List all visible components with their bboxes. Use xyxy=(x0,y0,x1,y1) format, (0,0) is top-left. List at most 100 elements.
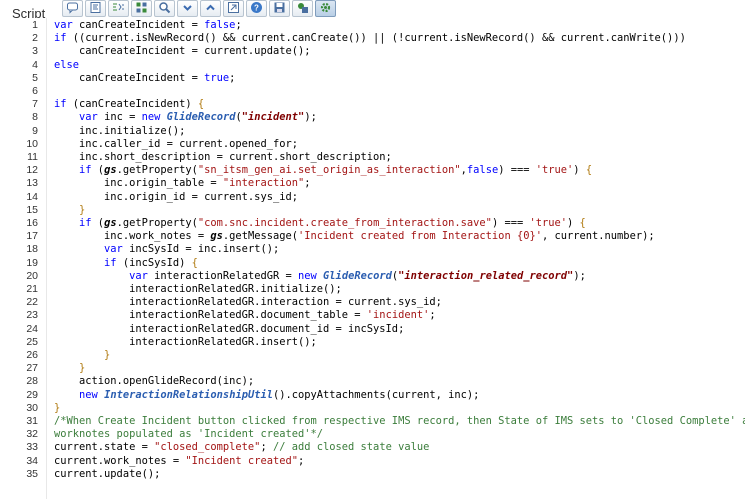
code-line[interactable]: 27 } xyxy=(0,362,745,375)
code-text: if ((current.isNewRecord() && current.ca… xyxy=(54,32,686,45)
code-text: } xyxy=(54,349,110,362)
code-token: 'true' xyxy=(535,164,574,177)
line-number: 11 xyxy=(27,151,38,163)
code-line[interactable]: 31 /*When Create Incident button clicked … xyxy=(0,415,745,428)
goto-line-icon xyxy=(227,0,240,18)
code-token: ; xyxy=(297,454,305,467)
code-token: current.state = xyxy=(54,441,155,454)
goto-line-button[interactable] xyxy=(223,0,244,17)
line-number: 10 xyxy=(26,137,38,150)
find-previous-button[interactable] xyxy=(200,0,221,17)
code-line[interactable]: 24 interactionRelatedGR.document_id = in… xyxy=(0,323,745,336)
code-token: "closed_complete" xyxy=(154,441,261,454)
code-line[interactable]: 12 if (gs.getProperty("sn_itsm_gen_ai.se… xyxy=(0,164,745,177)
script-editor[interactable]: 1 var canCreateIncident = false; 2 if ((cur… xyxy=(0,18,745,499)
code-token: worknotes populated as 'Incident created… xyxy=(54,428,323,441)
code-token: .getMessage( xyxy=(222,230,298,243)
code-line[interactable]: 8 var inc = new GlideRecord("incident"); xyxy=(0,111,745,124)
code-token: { xyxy=(585,164,593,177)
code-token: new xyxy=(298,269,317,282)
code-line[interactable]: 25 interactionRelatedGR.insert(); xyxy=(0,336,745,349)
code-token: "interaction_related_record" xyxy=(398,269,574,282)
code-line[interactable]: 14 inc.origin_id = current.sys_id; xyxy=(0,191,745,204)
code-line[interactable]: 4 else xyxy=(0,59,745,72)
code-line[interactable]: 13 inc.origin_table = "interaction"; xyxy=(0,177,745,190)
help-icon: ? xyxy=(250,0,263,18)
code-line[interactable]: 19 if (incSysId) { xyxy=(0,257,745,270)
comment-button[interactable] xyxy=(62,0,83,17)
code-text: current.update(); xyxy=(54,468,160,481)
code-token: ; xyxy=(429,309,436,322)
code-line[interactable]: 18 var incSysId = inc.insert(); xyxy=(0,243,745,256)
line-number: 17 xyxy=(26,230,38,243)
code-token: } xyxy=(79,203,86,216)
code-line[interactable]: 2 if ((current.isNewRecord() && current.c… xyxy=(0,32,745,45)
line-number: 9 xyxy=(32,124,38,137)
comment-icon xyxy=(66,0,79,18)
code-line[interactable]: 15 } xyxy=(0,204,745,217)
code-token: { xyxy=(191,256,198,269)
code-token: current.update(); xyxy=(54,467,161,480)
line-number: 7 xyxy=(32,98,38,111)
code-text: inc.short_description = current.short_de… xyxy=(54,151,392,164)
code-line[interactable]: 32 worknotes populated as 'Incident creat… xyxy=(0,428,745,441)
code-line[interactable]: 16 if (gs.getProperty("com.snc.incident.… xyxy=(0,217,745,230)
code-line[interactable]: 22 interactionRelatedGR.interaction = cu… xyxy=(0,296,745,309)
code-line[interactable]: 7 if (canCreateIncident) { xyxy=(0,98,745,111)
code-token: { xyxy=(579,217,586,229)
code-token: InteractionRelationshipUtil xyxy=(104,388,273,401)
code-text: current.state = "closed_complete"; // ad… xyxy=(54,441,429,454)
chevron-up-icon xyxy=(204,0,217,18)
toggle-comment-icon xyxy=(112,0,125,18)
code-line[interactable]: 1 var canCreateIncident = false; xyxy=(0,19,745,32)
find-next-button[interactable] xyxy=(177,0,198,17)
code-line[interactable]: 20 var interactionRelatedGR = new GlideR… xyxy=(0,270,745,283)
search-icon xyxy=(158,0,171,18)
code-token: ); xyxy=(304,111,317,124)
full-screen-button[interactable] xyxy=(131,0,152,17)
save-icon xyxy=(273,0,286,18)
format-button[interactable] xyxy=(85,0,106,17)
code-line[interactable]: 35 current.update(); xyxy=(0,468,745,481)
code-line[interactable]: 33 current.state = "closed_complete"; // … xyxy=(0,441,745,454)
code-line[interactable]: 28 action.openGlideRecord(inc); xyxy=(0,375,745,388)
code-token: ().copyAttachments(current, inc); xyxy=(272,388,480,401)
script-debugger-button[interactable] xyxy=(292,0,313,17)
code-token: ); xyxy=(573,269,586,282)
code-line[interactable]: 21 interactionRelatedGR.initialize(); xyxy=(0,283,745,296)
code-token: new xyxy=(141,111,161,124)
code-line[interactable]: 34 current.work_notes = "Incident created… xyxy=(0,455,745,468)
toggle-comment-button[interactable] xyxy=(108,0,129,17)
code-line[interactable]: 26 } xyxy=(0,349,745,362)
code-line[interactable]: 10 inc.caller_id = current.opened_for; xyxy=(0,138,745,151)
help-button[interactable]: ? xyxy=(246,0,267,17)
line-number: 12 xyxy=(26,164,38,177)
code-line[interactable]: 23 interactionRelatedGR.document_table =… xyxy=(0,309,745,322)
search-button[interactable] xyxy=(154,0,175,17)
code-token: ; xyxy=(235,19,242,31)
line-number: 2 xyxy=(32,32,38,45)
code-line[interactable]: 9 inc.initialize(); xyxy=(0,125,745,138)
code-token: gs xyxy=(210,230,223,243)
line-number: 20 xyxy=(26,269,38,282)
code-token: GlideRecord xyxy=(323,269,392,282)
code-line[interactable]: 17 inc.work_notes = gs.getMessage('Incid… xyxy=(0,230,745,243)
line-number: 29 xyxy=(26,388,38,401)
code-line[interactable]: 5 canCreateIncident = true; xyxy=(0,72,745,85)
code-line[interactable]: 29 new InteractionRelationshipUtil().cop… xyxy=(0,389,745,402)
code-token: interactionRelatedGR = xyxy=(147,269,298,282)
code-line[interactable]: 6 xyxy=(0,85,745,98)
code-text: if (gs.getProperty("com.snc.incident.cre… xyxy=(54,217,586,230)
save-button[interactable] xyxy=(269,0,290,17)
code-line[interactable]: 3 canCreateIncident = current.update(); xyxy=(0,45,745,58)
code-text: canCreateIncident = true; xyxy=(54,72,235,85)
code-text: interactionRelatedGR.interaction = curre… xyxy=(54,296,442,309)
settings-button[interactable] xyxy=(315,0,336,17)
code-line[interactable]: 11 inc.short_description = current.short… xyxy=(0,151,745,164)
code-line[interactable]: 30} xyxy=(0,402,745,415)
